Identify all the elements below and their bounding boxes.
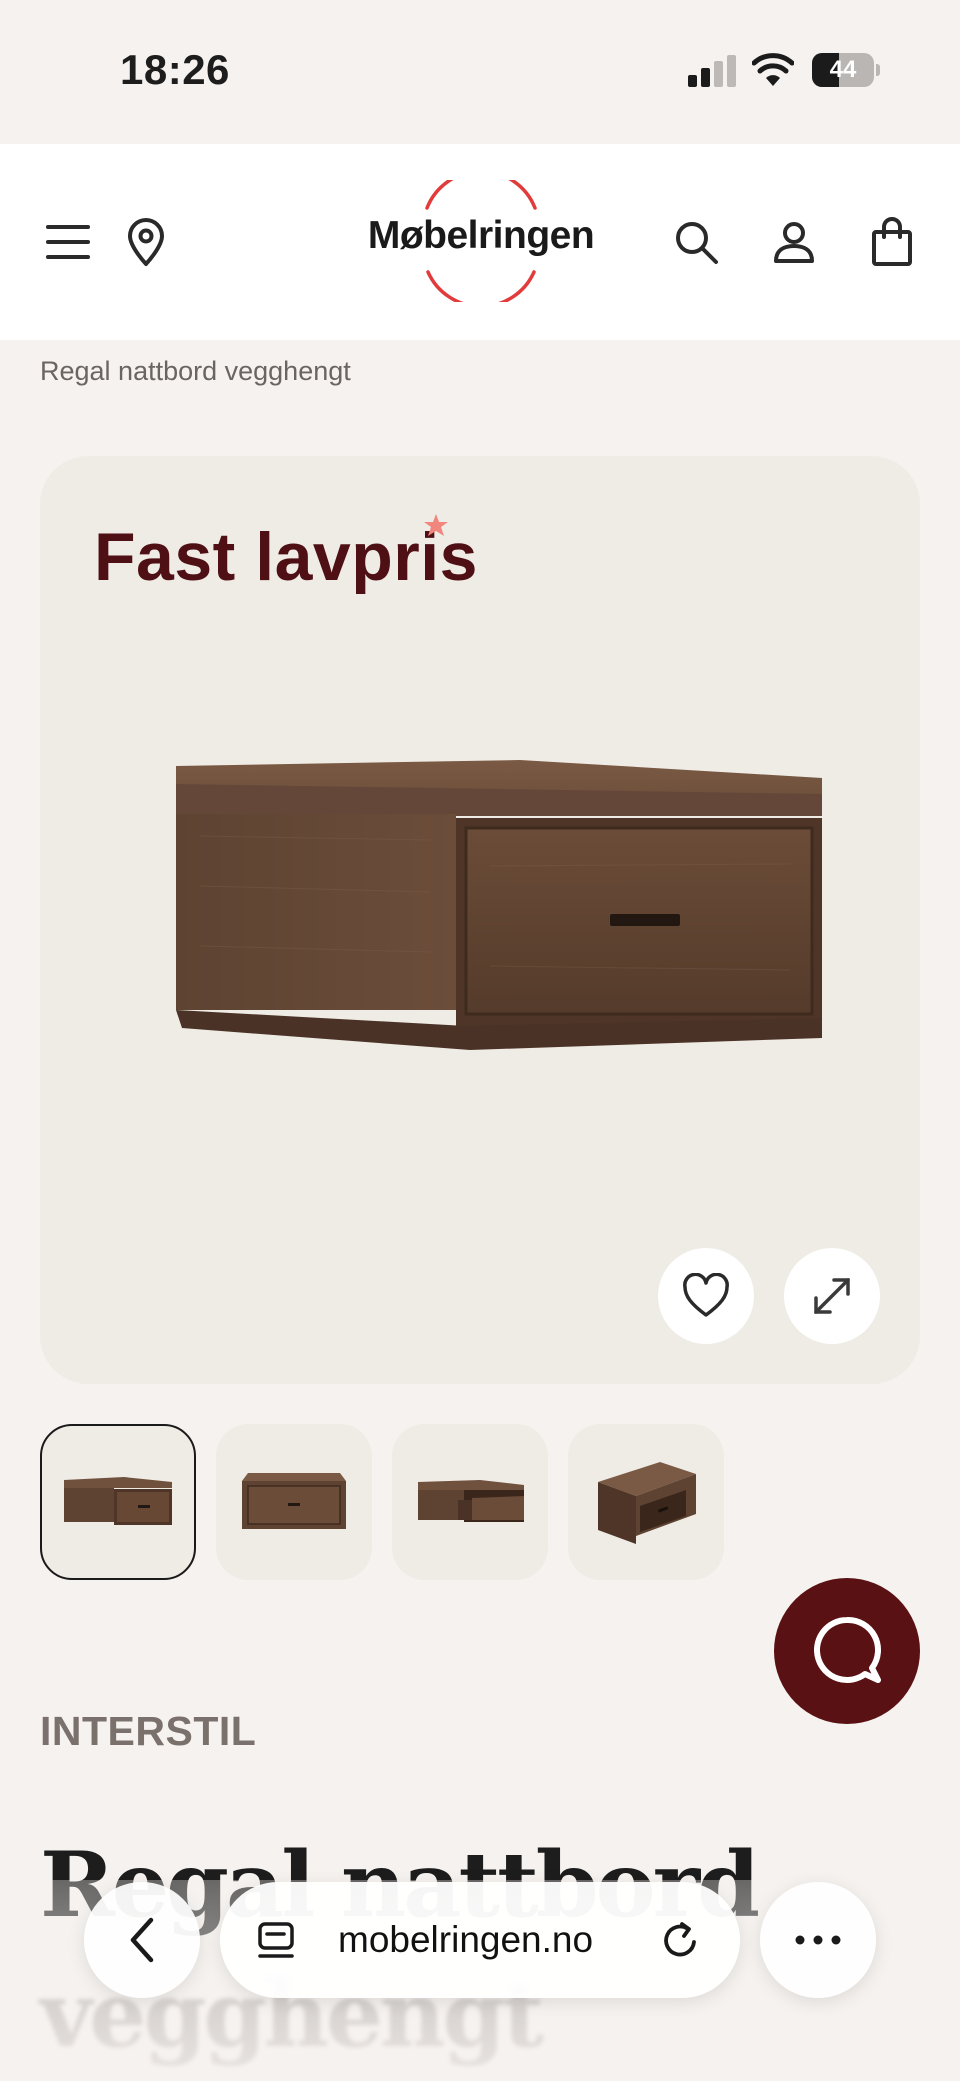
menu-icon[interactable] [38,212,98,272]
status-bar: 18:26 44 [0,0,960,144]
expand-icon [814,1278,850,1314]
heart-icon [683,1273,729,1317]
chat-button[interactable] [774,1578,920,1724]
product-image-card[interactable]: Fast lavpris [40,456,920,1384]
more-icon [795,1935,841,1945]
cart-icon[interactable] [862,212,922,272]
wifi-icon [751,52,795,88]
cellular-signal-icon [688,55,736,87]
chat-bubble-icon [814,1616,881,1683]
status-time: 18:26 [120,46,230,93]
reload-icon[interactable] [658,1918,702,1962]
more-button[interactable] [760,1882,876,1998]
url-text: mobelringen.no [338,1919,594,1960]
favorite-button[interactable] [658,1248,754,1344]
logo-text: Møbelringen [367,214,595,257]
product-brand[interactable]: INTERSTIL [40,1708,256,1755]
thumbnail-1[interactable] [40,1424,196,1580]
address-bar[interactable]: mobelringen.no [220,1882,740,1998]
browser-back-button[interactable] [84,1882,200,1998]
promo-label: Fast lavpris [94,519,478,595]
thumbnail-3[interactable] [392,1424,548,1580]
thumbnail-4[interactable] [568,1424,724,1580]
product-image [176,760,822,1050]
breadcrumb[interactable]: Regal nattbord vegghengt [40,356,351,387]
chevron-left-icon [130,1917,154,1963]
expand-image-button[interactable] [784,1248,880,1344]
page-menu-icon[interactable] [256,1920,298,1962]
site-header: Møbelringen [0,144,960,340]
search-icon[interactable] [666,212,726,272]
battery-percent: 44 [829,56,857,83]
promo-star-icon [424,514,448,536]
location-pin-icon[interactable] [116,212,176,272]
site-logo[interactable]: Møbelringen [352,180,610,302]
battery-icon: 44 [812,53,880,87]
account-icon[interactable] [764,212,824,272]
thumbnail-strip [40,1424,920,1580]
thumbnail-2[interactable] [216,1424,372,1580]
